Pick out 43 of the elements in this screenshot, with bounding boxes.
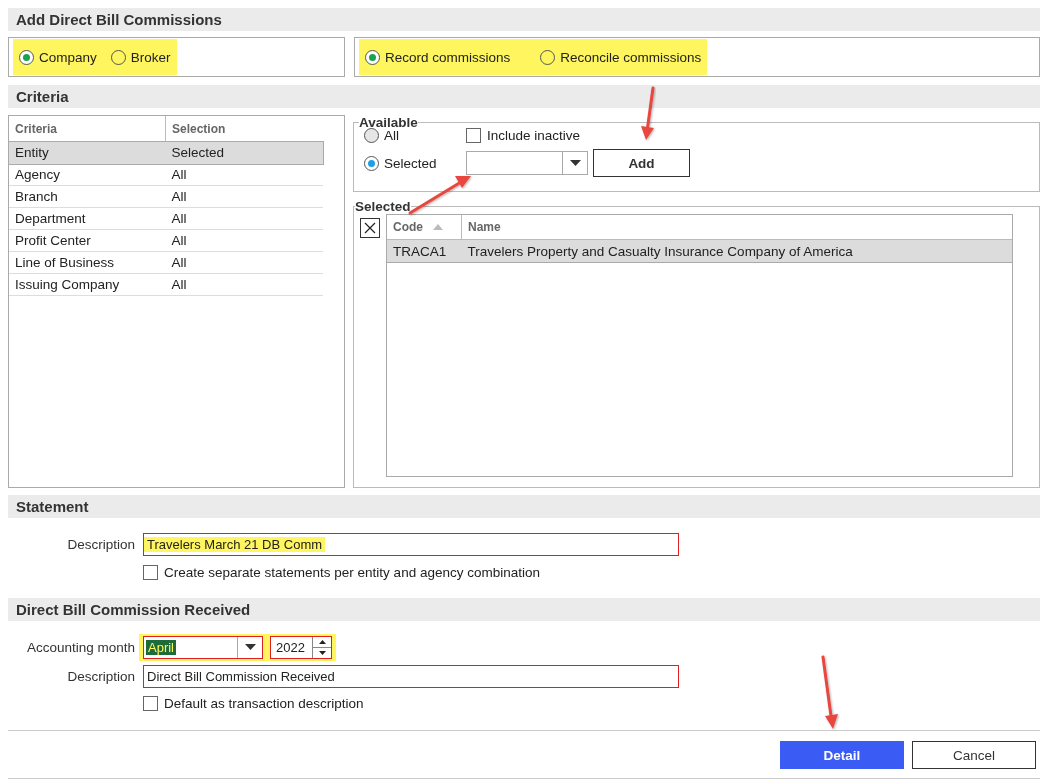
radio-button[interactable]: Record commissions <box>365 49 511 65</box>
remove-button[interactable] <box>360 218 380 238</box>
column-header[interactable]: Criteria <box>9 116 166 142</box>
column-header[interactable]: Code <box>387 215 462 240</box>
radio-button[interactable]: All <box>364 128 399 143</box>
checkbox[interactable]: Create separate statements per entity and agency combination <box>143 564 540 580</box>
criteria-row[interactable]: Profit Center All <box>9 229 323 252</box>
month-dropdown[interactable]: April <box>143 635 263 659</box>
radio-button[interactable]: Selected <box>364 155 437 171</box>
radio-button[interactable]: Broker <box>110 49 171 65</box>
column-header[interactable]: Name <box>461 215 1012 240</box>
radio-button[interactable]: Company <box>19 49 97 65</box>
description-field[interactable]: Direct Bill Commission Received <box>143 664 679 688</box>
criteria-row[interactable]: Agency All <box>9 163 323 186</box>
criteria-row[interactable]: Department All <box>9 207 323 230</box>
criteria-row[interactable]: Branch All <box>9 185 323 208</box>
section-header: Add Direct Bill Commissions <box>8 8 1040 31</box>
caret-icon <box>244 644 256 650</box>
section-header: Criteria <box>8 85 1040 108</box>
up-arrow-icon <box>318 639 326 644</box>
field-label: Accounting month <box>25 639 136 655</box>
cancel-button[interactable]: Cancel <box>912 741 1036 769</box>
detail-button[interactable]: Detail <box>780 741 904 769</box>
radio-button[interactable]: Reconcile commissions <box>540 49 702 65</box>
criteria-row[interactable]: Issuing Company All <box>9 273 323 296</box>
checkbox[interactable]: Include inactive <box>466 128 581 143</box>
criteria-row[interactable]: Line of Business All <box>9 251 323 274</box>
add-button[interactable]: Add <box>593 149 690 177</box>
annotation-arrow <box>641 86 655 140</box>
year-spinner[interactable]: 2022 <box>270 635 332 659</box>
description-field[interactable]: Travelers March 21 DB Comm <box>143 532 679 556</box>
field-label: Description <box>66 668 136 684</box>
section-header: Statement <box>8 495 1040 518</box>
close-icon <box>364 222 376 234</box>
caret-icon <box>569 160 581 166</box>
section-header: Direct Bill Commission Received <box>8 598 1040 621</box>
group-legend: Available <box>359 115 418 130</box>
column-header[interactable]: Selection <box>165 116 323 142</box>
checkbox[interactable]: Default as transaction description <box>143 695 364 711</box>
group-legend: Selected <box>355 199 411 214</box>
down-arrow-icon <box>318 650 326 655</box>
annotation-arrow <box>408 176 471 215</box>
field-label: Description <box>66 536 136 552</box>
